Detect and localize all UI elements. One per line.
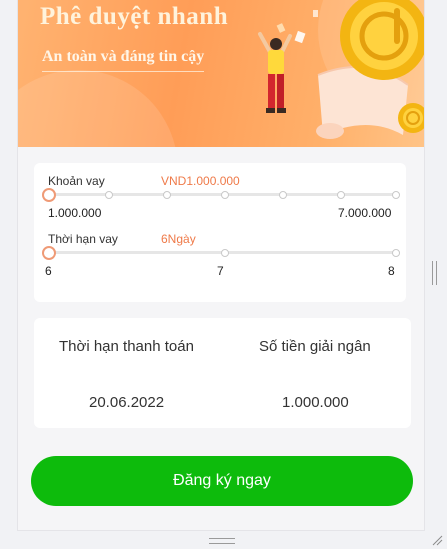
confetti-icon	[276, 10, 318, 44]
promo-banner: Phê duyệt nhanh An toàn và đáng tin cậy	[18, 0, 424, 147]
loan-term-slider[interactable]	[42, 246, 402, 260]
disbursement-label: Số tiền giải ngân	[259, 338, 371, 355]
disbursement-value: 1.000.000	[282, 394, 349, 411]
resize-grip-icon[interactable]	[431, 534, 443, 546]
loan-amount-slider[interactable]	[42, 188, 402, 202]
loan-term-tick-1: 6	[45, 264, 52, 278]
loan-term-value: 6Ngày	[161, 232, 196, 246]
loan-amount-handle[interactable]	[42, 188, 56, 202]
due-date-value: 20.06.2022	[89, 394, 165, 411]
loan-slider-panel: Khoản vay VND1.000.000 1.000.000 7.000.0…	[34, 163, 406, 302]
loan-amount-max: 7.000.000	[338, 206, 392, 220]
scrollbar-handle[interactable]	[432, 261, 437, 285]
banner-title: Phê duyệt nhanh	[40, 3, 229, 30]
loan-card: Phê duyệt nhanh An toàn và đáng tin cậy	[17, 0, 425, 531]
loan-term-label: Thời hạn vay	[48, 232, 118, 246]
apply-now-button[interactable]: Đăng ký ngay	[31, 456, 413, 506]
loan-term-handle[interactable]	[42, 246, 56, 260]
banner-subtitle: An toàn và đáng tin cậy	[42, 48, 205, 72]
gold-coin-icon	[340, 0, 424, 80]
loan-amount-value: VND1.000.000	[161, 174, 240, 188]
loan-summary-panel: Thời hạn thanh toán Số tiền giải ngân 20…	[34, 318, 411, 428]
loan-amount-label: Khoản vay	[48, 174, 105, 188]
loan-amount-min: 1.000.000	[48, 206, 102, 220]
small-coin-icon	[398, 103, 424, 133]
bottom-drag-handle[interactable]	[209, 538, 235, 544]
loan-term-tick-3: 8	[388, 264, 395, 278]
loan-term-tick-2: 7	[217, 264, 224, 278]
due-date-label: Thời hạn thanh toán	[59, 338, 194, 355]
